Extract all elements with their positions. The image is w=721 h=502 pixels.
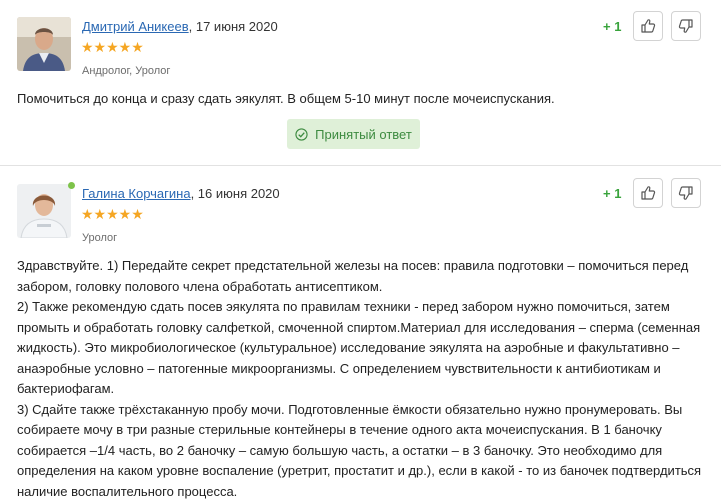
dislike-icon — [678, 18, 694, 34]
avatar[interactable] — [17, 184, 71, 238]
divider — [0, 165, 721, 166]
author-name-link[interactable]: Дмитрий Аникеев — [82, 19, 189, 34]
like-icon — [640, 185, 656, 201]
author-line: Галина Корчагина, 16 июня 2020 — [82, 186, 280, 201]
avatar[interactable] — [17, 17, 71, 71]
accepted-answer-label: Принятый ответ — [315, 127, 412, 142]
author-specialty: Андролог, Уролог — [82, 65, 170, 77]
answer-paragraph: Здравствуйте. 1) Передайте секрет предст… — [17, 256, 707, 297]
dislike-button[interactable] — [671, 11, 701, 41]
like-icon — [640, 18, 656, 34]
answer-paragraph: 3) Сдайте также трёхстаканную пробу мочи… — [17, 400, 707, 502]
like-button[interactable] — [633, 11, 663, 41]
check-circle-icon — [295, 128, 308, 141]
answer-text: Помочиться до конца и сразу сдать эякуля… — [17, 89, 707, 110]
rating-stars: ★★★★★ — [81, 40, 144, 54]
like-button[interactable] — [633, 178, 663, 208]
vote-score: + 1 — [603, 19, 621, 34]
vote-score: + 1 — [603, 186, 621, 201]
answer-date: , 16 июня 2020 — [191, 186, 280, 201]
author-name-link[interactable]: Галина Корчагина — [82, 186, 191, 201]
dislike-button[interactable] — [671, 178, 701, 208]
rating-stars: ★★★★★ — [81, 207, 144, 221]
author-specialty: Уролог — [82, 232, 117, 244]
accepted-answer-badge: Принятый ответ — [287, 119, 420, 149]
author-line: Дмитрий Аникеев, 17 июня 2020 — [82, 19, 278, 34]
dislike-icon — [678, 185, 694, 201]
answer-date: , 17 июня 2020 — [189, 19, 278, 34]
online-status-icon — [68, 182, 75, 189]
answer-text: Здравствуйте. 1) Передайте секрет предст… — [17, 256, 707, 502]
answer-paragraph: 2) Также рекомендую сдать посев эякулята… — [17, 297, 707, 400]
